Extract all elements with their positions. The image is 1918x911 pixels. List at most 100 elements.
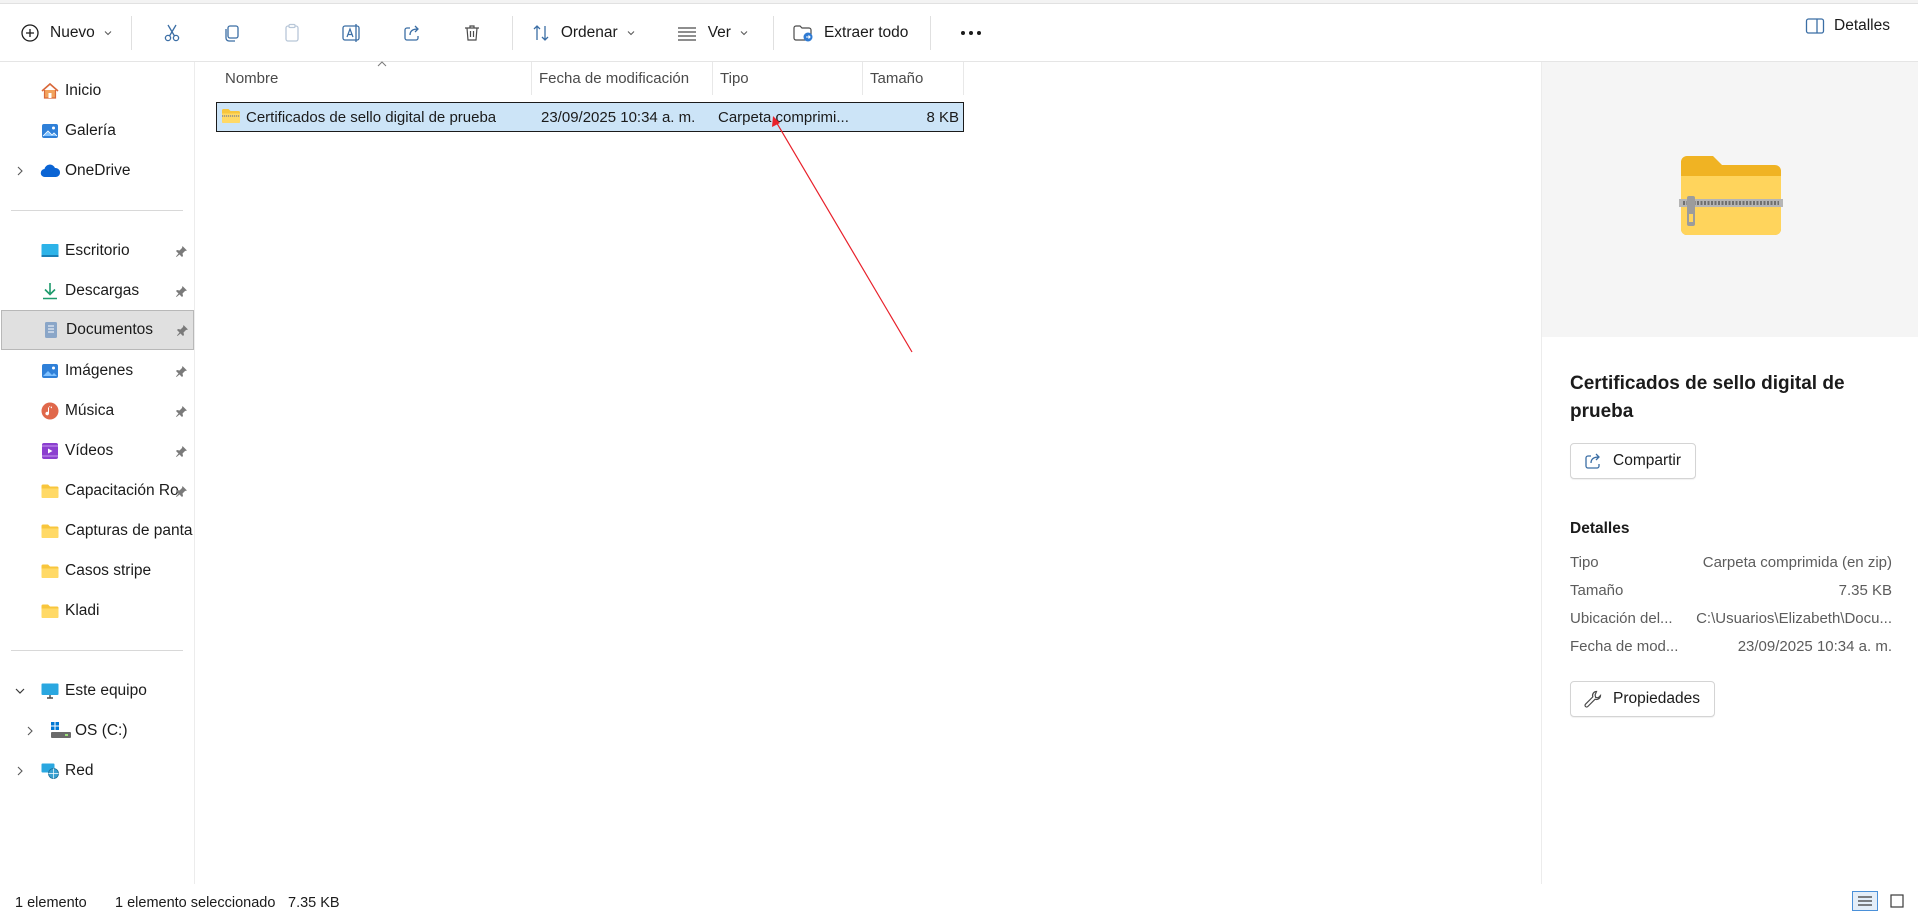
nav-label: Capacitación Ro: [65, 482, 179, 499]
nav-divider: [11, 210, 183, 211]
download-icon: [40, 281, 60, 301]
sort-button-label: Ordenar: [560, 23, 618, 41]
status-selection: 1 elemento seleccionado: [115, 895, 276, 911]
details-pane: Certificados de sello digital de prueba …: [1541, 62, 1918, 884]
folder-icon: [40, 601, 60, 621]
pin-icon[interactable]: [175, 245, 188, 258]
details-view-icon: [1857, 895, 1873, 907]
nav-label: Red: [65, 762, 94, 779]
videos-icon: [40, 441, 60, 461]
prop-value: Carpeta comprimida (en zip): [1702, 554, 1892, 571]
view-button[interactable]: Ver: [668, 13, 757, 53]
extract-all-button[interactable]: Extraer todo: [784, 13, 916, 53]
details-prop-row: Fecha de mod... 23/09/2025 10:34 a. m.: [1570, 638, 1892, 660]
chevron-right-icon[interactable]: [14, 165, 26, 177]
details-section-heading: Detalles: [1570, 520, 1630, 537]
music-icon: [40, 401, 60, 421]
toolbar-separator: [511, 15, 513, 50]
trash-icon: [462, 23, 482, 43]
view-button-label: Ver: [707, 23, 731, 41]
more-options-button[interactable]: [941, 13, 1001, 53]
nav-divider: [11, 650, 183, 651]
prop-key: Tipo: [1570, 554, 1599, 571]
pin-icon[interactable]: [175, 445, 188, 458]
gallery-icon: [40, 121, 60, 141]
nav-label: Escritorio: [65, 242, 130, 259]
list-lines-icon: [676, 23, 698, 43]
folder-icon: [40, 561, 60, 581]
share-button-label: Compartir: [1613, 452, 1682, 469]
column-header-type[interactable]: Tipo: [713, 62, 863, 95]
prop-key: Ubicación del...: [1570, 610, 1673, 627]
details-view-button[interactable]: [1852, 891, 1878, 911]
scissors-icon: [162, 23, 182, 43]
nav-item-home[interactable]: Inicio: [0, 72, 193, 110]
status-bar: 1 elemento 1 elemento seleccionado 7.35 …: [0, 884, 1918, 911]
column-header-label: Tamaño: [870, 70, 924, 87]
nav-label: Casos stripe: [65, 562, 152, 579]
new-button[interactable]: Nuevo: [12, 13, 121, 53]
column-header-label: Nombre: [225, 70, 279, 87]
copy-button[interactable]: [202, 13, 262, 53]
network-icon: [40, 761, 60, 781]
prop-value: C:\Usuarios\Elizabeth\Docu...: [1696, 610, 1892, 627]
details-prop-row: Tipo Carpeta comprimida (en zip): [1570, 554, 1892, 576]
sort-button[interactable]: Ordenar: [523, 13, 644, 53]
toolbar-separator: [130, 15, 132, 50]
nav-item-network[interactable]: Red: [0, 752, 193, 790]
column-header-label: Fecha de modificación: [539, 70, 690, 87]
chevron-down-icon[interactable]: [14, 685, 26, 697]
cut-button[interactable]: [142, 13, 202, 53]
nav-item-gallery[interactable]: Galería: [0, 112, 193, 150]
folder-icon: [40, 481, 60, 501]
column-header-name[interactable]: Nombre: [218, 62, 532, 95]
nav-item-folder-casos-stripe[interactable]: Casos stripe: [0, 552, 193, 590]
pin-icon[interactable]: [175, 485, 188, 498]
paste-button[interactable]: [262, 13, 322, 53]
nav-item-this-pc[interactable]: Este equipo: [0, 672, 193, 710]
pin-icon[interactable]: [176, 324, 189, 337]
column-header-date[interactable]: Fecha de modificación: [532, 62, 713, 95]
status-selection-size: 7.35 KB: [288, 895, 340, 911]
nav-label: OneDrive: [65, 162, 131, 179]
nav-item-os-drive[interactable]: OS (C:): [0, 712, 193, 750]
nav-item-pictures[interactable]: Imágenes: [0, 352, 193, 390]
zip-folder-icon: [221, 107, 241, 125]
details-pane-toggle[interactable]: Detalles: [1805, 17, 1890, 35]
column-header-label: Tipo: [720, 70, 749, 87]
nav-item-downloads[interactable]: Descargas: [0, 272, 193, 310]
file-list: Nombre Fecha de modificación Tipo Tamaño…: [196, 61, 1541, 884]
nav-item-folder-capacitacion[interactable]: Capacitación Ro: [0, 472, 193, 510]
column-header-size[interactable]: Tamaño: [863, 62, 964, 95]
nav-item-documents[interactable]: Documentos: [1, 310, 194, 350]
plus-circle-icon: [20, 23, 40, 43]
pin-icon[interactable]: [175, 405, 188, 418]
details-title: Certificados de sello digital de prueba: [1570, 373, 1845, 422]
share-button[interactable]: [382, 13, 442, 53]
chevron-right-icon[interactable]: [14, 765, 26, 777]
rename-icon: [341, 23, 363, 43]
rename-button[interactable]: [322, 13, 382, 53]
nav-item-folder-kladi[interactable]: Kladi: [0, 592, 193, 630]
nav-item-onedrive[interactable]: OneDrive: [0, 152, 193, 190]
wrench-icon: [1583, 689, 1603, 709]
delete-button[interactable]: [442, 13, 502, 53]
nav-item-folder-capturas[interactable]: Capturas de pantall: [0, 512, 193, 550]
table-row[interactable]: Certificados de sello digital de prueba …: [216, 102, 964, 132]
extract-all-label: Extraer todo: [823, 23, 909, 41]
share-button[interactable]: Compartir: [1570, 443, 1697, 479]
home-icon: [40, 81, 60, 101]
sort-arrows-icon: [531, 23, 551, 43]
chevron-right-icon[interactable]: [24, 725, 36, 737]
properties-button[interactable]: Propiedades: [1570, 681, 1716, 717]
nav-item-music[interactable]: Música: [0, 392, 193, 430]
details-toggle-label: Detalles: [1834, 17, 1890, 34]
tiles-view-button[interactable]: [1884, 891, 1910, 911]
share-icon: [1583, 451, 1603, 471]
preview-area: [1542, 62, 1918, 337]
nav-item-videos[interactable]: Vídeos: [0, 432, 193, 470]
nav-item-desktop[interactable]: Escritorio: [0, 232, 193, 270]
pin-icon[interactable]: [175, 365, 188, 378]
nav-label: Este equipo: [65, 682, 147, 699]
pin-icon[interactable]: [175, 285, 188, 298]
